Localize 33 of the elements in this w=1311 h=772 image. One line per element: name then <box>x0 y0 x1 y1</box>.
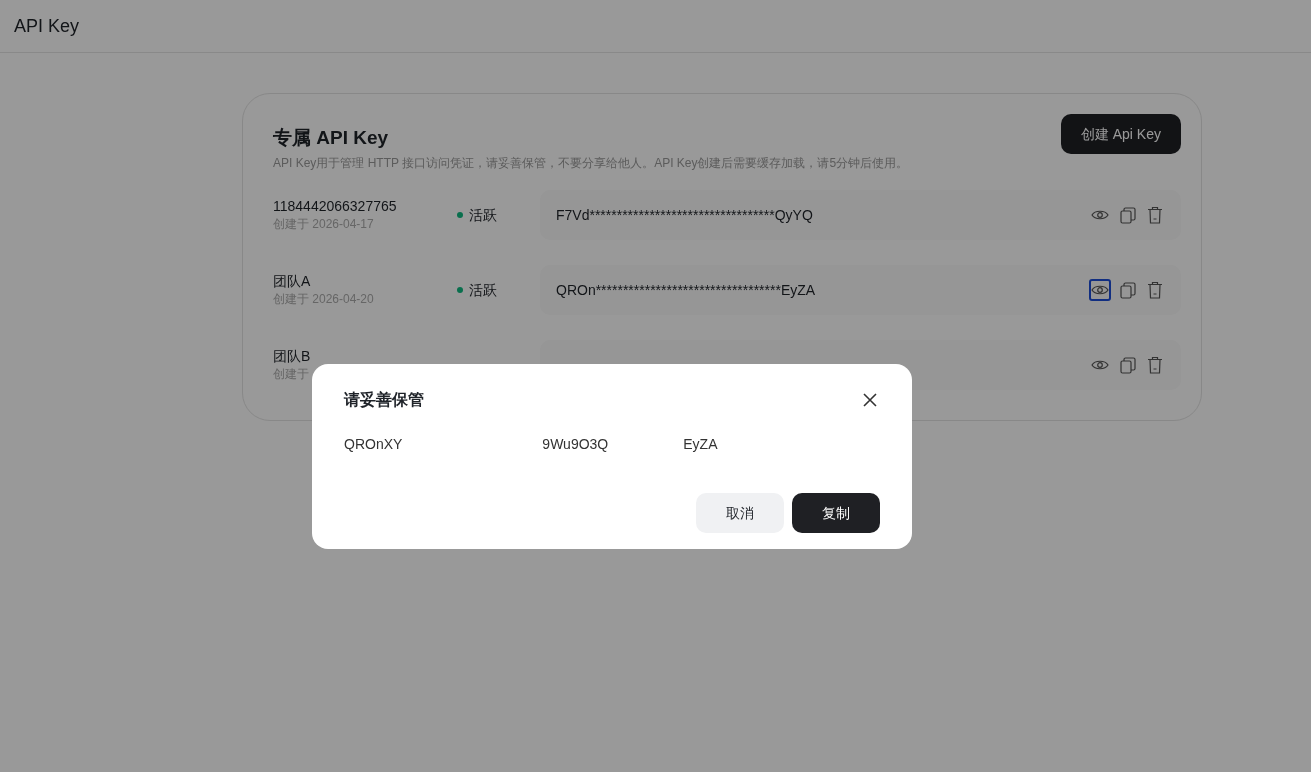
page-title: API Key <box>14 14 80 38</box>
close-icon <box>863 393 877 407</box>
copy-button[interactable] <box>1118 355 1138 375</box>
key-text: 9Wu9O3Q <box>542 435 609 454</box>
key-text: EyZA <box>683 435 718 454</box>
status-label: 活跃 <box>469 280 497 300</box>
copy-icon <box>1120 356 1136 374</box>
key-name: 团队B <box>273 347 312 365</box>
status-label: 活跃 <box>469 205 497 225</box>
card-title: 专属 API Key <box>273 126 390 150</box>
key-name: 1184442066327765 <box>273 197 398 215</box>
cancel-button[interactable]: 取消 <box>696 493 784 533</box>
eye-icon <box>1091 284 1109 296</box>
delete-button[interactable] <box>1145 280 1165 300</box>
trash-icon <box>1147 356 1163 374</box>
key-name: 团队A <box>273 272 312 290</box>
delete-button[interactable] <box>1145 205 1165 225</box>
masked-key: QROn**********************************EyZA <box>556 279 816 301</box>
copy-icon <box>1120 206 1136 224</box>
copy-button[interactable] <box>1118 280 1138 300</box>
create-key-button[interactable]: 创建 Api Key <box>1060 114 1181 154</box>
masked-key: F7Vd**********************************QyYQ <box>556 204 813 226</box>
copy-icon <box>1120 281 1136 299</box>
eye-icon <box>1091 209 1109 221</box>
eye-icon <box>1091 359 1109 371</box>
copy-button[interactable] <box>1118 205 1138 225</box>
dialog-title: 请妥善保管 <box>344 390 424 410</box>
delete-button[interactable] <box>1145 355 1165 375</box>
trash-icon <box>1147 206 1163 224</box>
trash-icon <box>1147 281 1163 299</box>
key-text: QROnXY <box>344 435 403 454</box>
copy-key-button[interactable]: 复制 <box>792 493 880 533</box>
view-button[interactable] <box>1089 279 1111 301</box>
